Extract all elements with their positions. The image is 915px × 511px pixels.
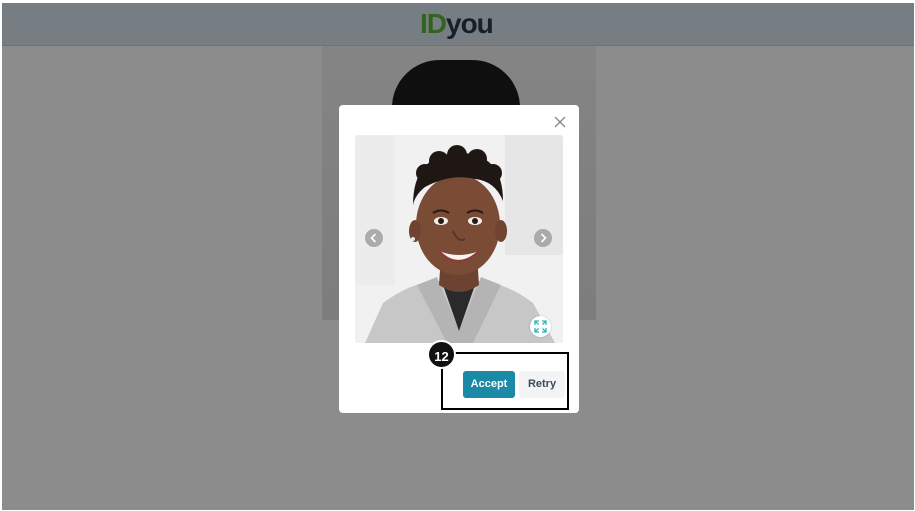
callout-step-badge: 12 (427, 340, 456, 369)
expand-icon (534, 320, 547, 333)
expand-photo-button[interactable] (530, 316, 551, 337)
chevron-left-icon (370, 233, 377, 243)
callout-highlight-box (441, 352, 569, 410)
chevron-right-icon (540, 233, 547, 243)
selfie-portrait-illustration (355, 135, 563, 343)
close-icon[interactable] (552, 114, 568, 130)
next-photo-button[interactable] (534, 229, 552, 247)
captured-selfie-photo (355, 135, 563, 343)
previous-photo-button[interactable] (365, 229, 383, 247)
screen: IDyou Accept Retry 12 (0, 0, 915, 511)
